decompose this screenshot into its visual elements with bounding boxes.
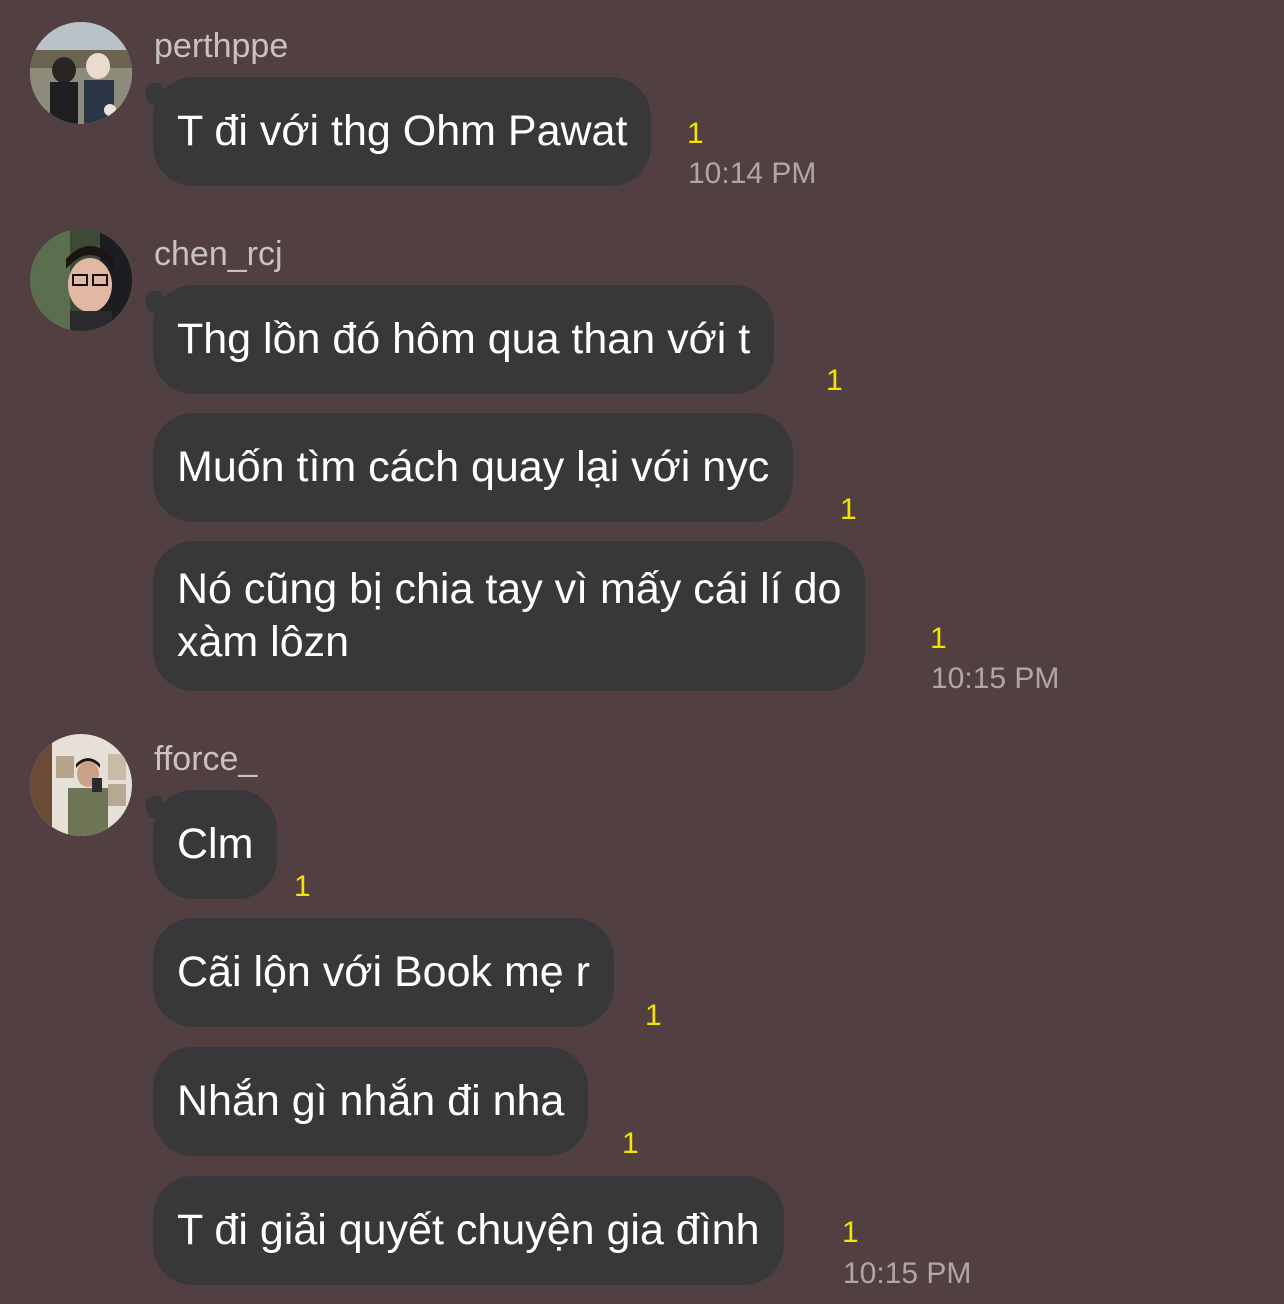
read-count: 1 — [840, 493, 857, 526]
username: perthppe — [154, 27, 289, 65]
username: chen_rcj — [154, 235, 283, 273]
message-bubble[interactable]: Nó cũng bị chia tay vì mấy cái lí do xàm… — [153, 541, 866, 691]
message-bubble[interactable]: Muốn tìm cách quay lại với nyc — [153, 413, 794, 522]
message-text: T đi giải quyết chuyện gia đình — [177, 1206, 760, 1254]
read-count: 1 — [622, 1127, 639, 1160]
message-text: Thg lồn đó hôm qua than với t — [177, 315, 751, 363]
read-count: 1 — [645, 999, 662, 1032]
read-count: 1 — [294, 870, 311, 903]
message-timestamp: 10:15 PM — [931, 662, 1060, 695]
message-bubble[interactable]: T đi với thg Ohm Pawat — [153, 77, 652, 186]
message-text: Muốn tìm cách quay lại với nyc — [177, 443, 770, 491]
message-text: Nó cũng bị chia tay vì mấy cái lí do xàm… — [177, 565, 842, 666]
message-text: T đi với thg Ohm Pawat — [177, 107, 628, 155]
read-count: 1 — [826, 364, 843, 397]
avatar-perthppe[interactable] — [30, 22, 132, 124]
message-text: Nhắn gì nhắn đi nha — [177, 1077, 565, 1125]
message-bubble[interactable]: T đi giải quyết chuyện gia đình — [153, 1176, 784, 1285]
message-bubble[interactable]: Clm — [153, 790, 278, 899]
read-count: 1 — [842, 1216, 859, 1249]
message-bubble[interactable]: Nhắn gì nhắn đi nha — [153, 1047, 589, 1156]
message-bubble[interactable]: Cãi lộn với Book mẹ r — [153, 918, 614, 1027]
avatar-chen_rcj[interactable] — [30, 229, 132, 331]
message-timestamp: 10:15 PM — [843, 1257, 972, 1290]
avatar-fforce_[interactable] — [30, 734, 132, 836]
read-count: 1 — [930, 622, 947, 655]
message-text: Cãi lộn với Book mẹ r — [177, 948, 590, 996]
message-bubble[interactable]: Thg lồn đó hôm qua than với t — [153, 285, 775, 394]
username: fforce_ — [154, 740, 258, 778]
message-text: Clm — [177, 820, 254, 868]
read-count: 1 — [687, 117, 704, 150]
message-timestamp: 10:14 PM — [688, 157, 817, 190]
